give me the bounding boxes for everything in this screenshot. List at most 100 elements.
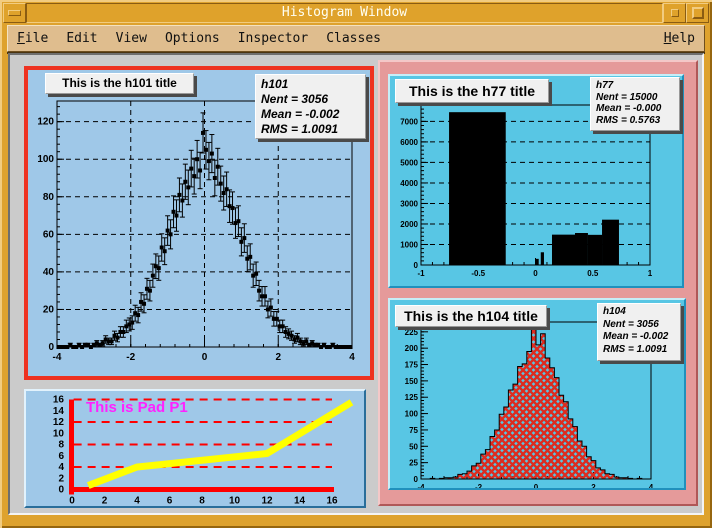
svg-text:60: 60 — [43, 229, 55, 240]
svg-text:0: 0 — [58, 485, 64, 496]
h104-stats-box[interactable]: h104Nent = 3056Mean = -0.002RMS = 1.0091 — [597, 303, 681, 361]
svg-text:4: 4 — [649, 483, 654, 488]
h101-title-box[interactable]: This is the h101 title — [45, 73, 194, 94]
svg-text:2: 2 — [102, 496, 108, 507]
p1-pad-label: This is Pad P1 — [86, 399, 188, 416]
stats-line: h104 — [603, 306, 675, 319]
stats-line: Mean = -0.002 — [261, 107, 360, 122]
stats-line: h101 — [261, 77, 360, 92]
svg-text:8: 8 — [58, 440, 64, 451]
svg-text:2: 2 — [275, 352, 281, 363]
window-title: Histogram Window — [26, 3, 663, 23]
pad-h101[interactable]: -4-2024020406080100120 This is the h101 … — [24, 66, 374, 380]
menu-item-view[interactable]: View — [107, 27, 156, 51]
svg-text:120: 120 — [37, 117, 54, 128]
svg-text:40: 40 — [43, 267, 55, 278]
svg-text:2000: 2000 — [400, 220, 418, 229]
h77-title-box[interactable]: This is the h77 title — [395, 79, 549, 103]
svg-text:-4: -4 — [417, 483, 425, 488]
svg-text:0: 0 — [202, 352, 208, 363]
svg-text:14: 14 — [294, 496, 306, 507]
svg-text:25: 25 — [409, 459, 418, 468]
maximize-button[interactable] — [686, 3, 709, 23]
canvas-area[interactable]: -4-2024020406080100120 This is the h101 … — [8, 53, 704, 515]
svg-text:1: 1 — [648, 269, 653, 278]
svg-text:14: 14 — [53, 406, 65, 417]
svg-text:-0.5: -0.5 — [471, 269, 485, 278]
svg-text:-1: -1 — [417, 269, 425, 278]
pad-h104[interactable]: -4 -2 0 2 4 0 25 50 75 100 125 150 175 200 225 This is… — [388, 298, 686, 490]
maximize-icon — [692, 7, 704, 19]
menu-item-help[interactable]: Help — [655, 27, 704, 51]
title-bar: Histogram Window — [3, 3, 709, 23]
svg-text:4: 4 — [349, 352, 355, 363]
menu-item-inspector[interactable]: Inspector — [229, 27, 317, 51]
menu-item-edit[interactable]: Edit — [57, 27, 106, 51]
h104-title-box[interactable]: This is the h104 title — [395, 305, 547, 327]
svg-text:2: 2 — [58, 473, 64, 484]
svg-text:8: 8 — [199, 496, 205, 507]
svg-text:16: 16 — [53, 395, 65, 406]
stats-line: RMS = 1.0091 — [603, 344, 675, 357]
pad-p1[interactable]: 02468101214160246810121416 This is Pad P… — [24, 389, 366, 508]
svg-text:3000: 3000 — [400, 199, 418, 208]
svg-text:12: 12 — [53, 417, 65, 428]
svg-text:0: 0 — [533, 269, 538, 278]
svg-text:10: 10 — [229, 496, 241, 507]
svg-text:4000: 4000 — [400, 179, 418, 188]
svg-text:5000: 5000 — [400, 158, 418, 167]
minimize-button[interactable] — [663, 3, 686, 23]
stats-line: Nent = 3056 — [603, 319, 675, 332]
svg-text:7000: 7000 — [400, 117, 418, 126]
svg-text:20: 20 — [43, 304, 55, 315]
h101-stats-box[interactable]: h101Nent = 3056Mean = -0.002RMS = 1.0091 — [255, 74, 366, 139]
svg-text:4: 4 — [58, 462, 64, 473]
svg-text:150: 150 — [405, 377, 419, 386]
svg-text:175: 175 — [405, 361, 419, 370]
svg-text:50: 50 — [409, 442, 418, 451]
pad-h77[interactable]: -1-0.500.5101000200030004000500060007000… — [388, 74, 684, 288]
svg-text:-2: -2 — [126, 352, 135, 363]
menu-item-file[interactable]: File — [8, 27, 57, 51]
window-menu-button[interactable] — [3, 3, 26, 23]
svg-text:-4: -4 — [53, 352, 62, 363]
svg-text:2: 2 — [591, 483, 596, 488]
stats-line: RMS = 0.5763 — [596, 115, 674, 127]
stats-line: Mean = -0.002 — [603, 331, 675, 344]
svg-text:16: 16 — [326, 496, 338, 507]
svg-text:100: 100 — [37, 154, 54, 165]
svg-text:0.5: 0.5 — [587, 269, 599, 278]
application-window: Histogram Window FileEditViewOptionsInsp… — [0, 0, 712, 528]
svg-text:125: 125 — [405, 393, 419, 402]
menu-item-options[interactable]: Options — [156, 27, 229, 51]
svg-text:0: 0 — [414, 475, 419, 484]
h77-stats-box[interactable]: h77Nent = 15000Mean = -0.000RMS = 0.5763 — [590, 77, 680, 131]
minimize-icon — [671, 9, 679, 17]
svg-text:0: 0 — [69, 496, 75, 507]
window-menu-icon — [8, 10, 21, 16]
menu-items-right: Help — [655, 27, 704, 51]
svg-text:225: 225 — [405, 328, 419, 337]
stats-line: Nent = 3056 — [261, 92, 360, 107]
stats-line: RMS = 1.0091 — [261, 122, 360, 137]
svg-text:0: 0 — [534, 483, 539, 488]
stats-line: h77 — [596, 80, 674, 92]
stats-line: Nent = 15000 — [596, 92, 674, 104]
svg-text:10: 10 — [53, 428, 65, 439]
right-panel[interactable]: -1-0.500.5101000200030004000500060007000… — [378, 60, 698, 506]
svg-text:6: 6 — [167, 496, 173, 507]
menu-bar: FileEditViewOptionsInspectorClasses Help — [7, 25, 705, 52]
svg-text:6: 6 — [58, 451, 64, 462]
svg-text:75: 75 — [409, 426, 418, 435]
svg-text:12: 12 — [261, 496, 273, 507]
menu-item-classes[interactable]: Classes — [317, 27, 390, 51]
svg-text:200: 200 — [405, 344, 419, 353]
svg-text:6000: 6000 — [400, 138, 418, 147]
svg-text:80: 80 — [43, 192, 55, 203]
svg-text:1000: 1000 — [400, 240, 418, 249]
menu-items-left: FileEditViewOptionsInspectorClasses — [8, 27, 390, 51]
svg-text:-2: -2 — [475, 483, 483, 488]
svg-text:100: 100 — [405, 410, 419, 419]
stats-line: Mean = -0.000 — [596, 103, 674, 115]
p1-plot[interactable]: 02468101214160246810121416 — [26, 391, 364, 506]
